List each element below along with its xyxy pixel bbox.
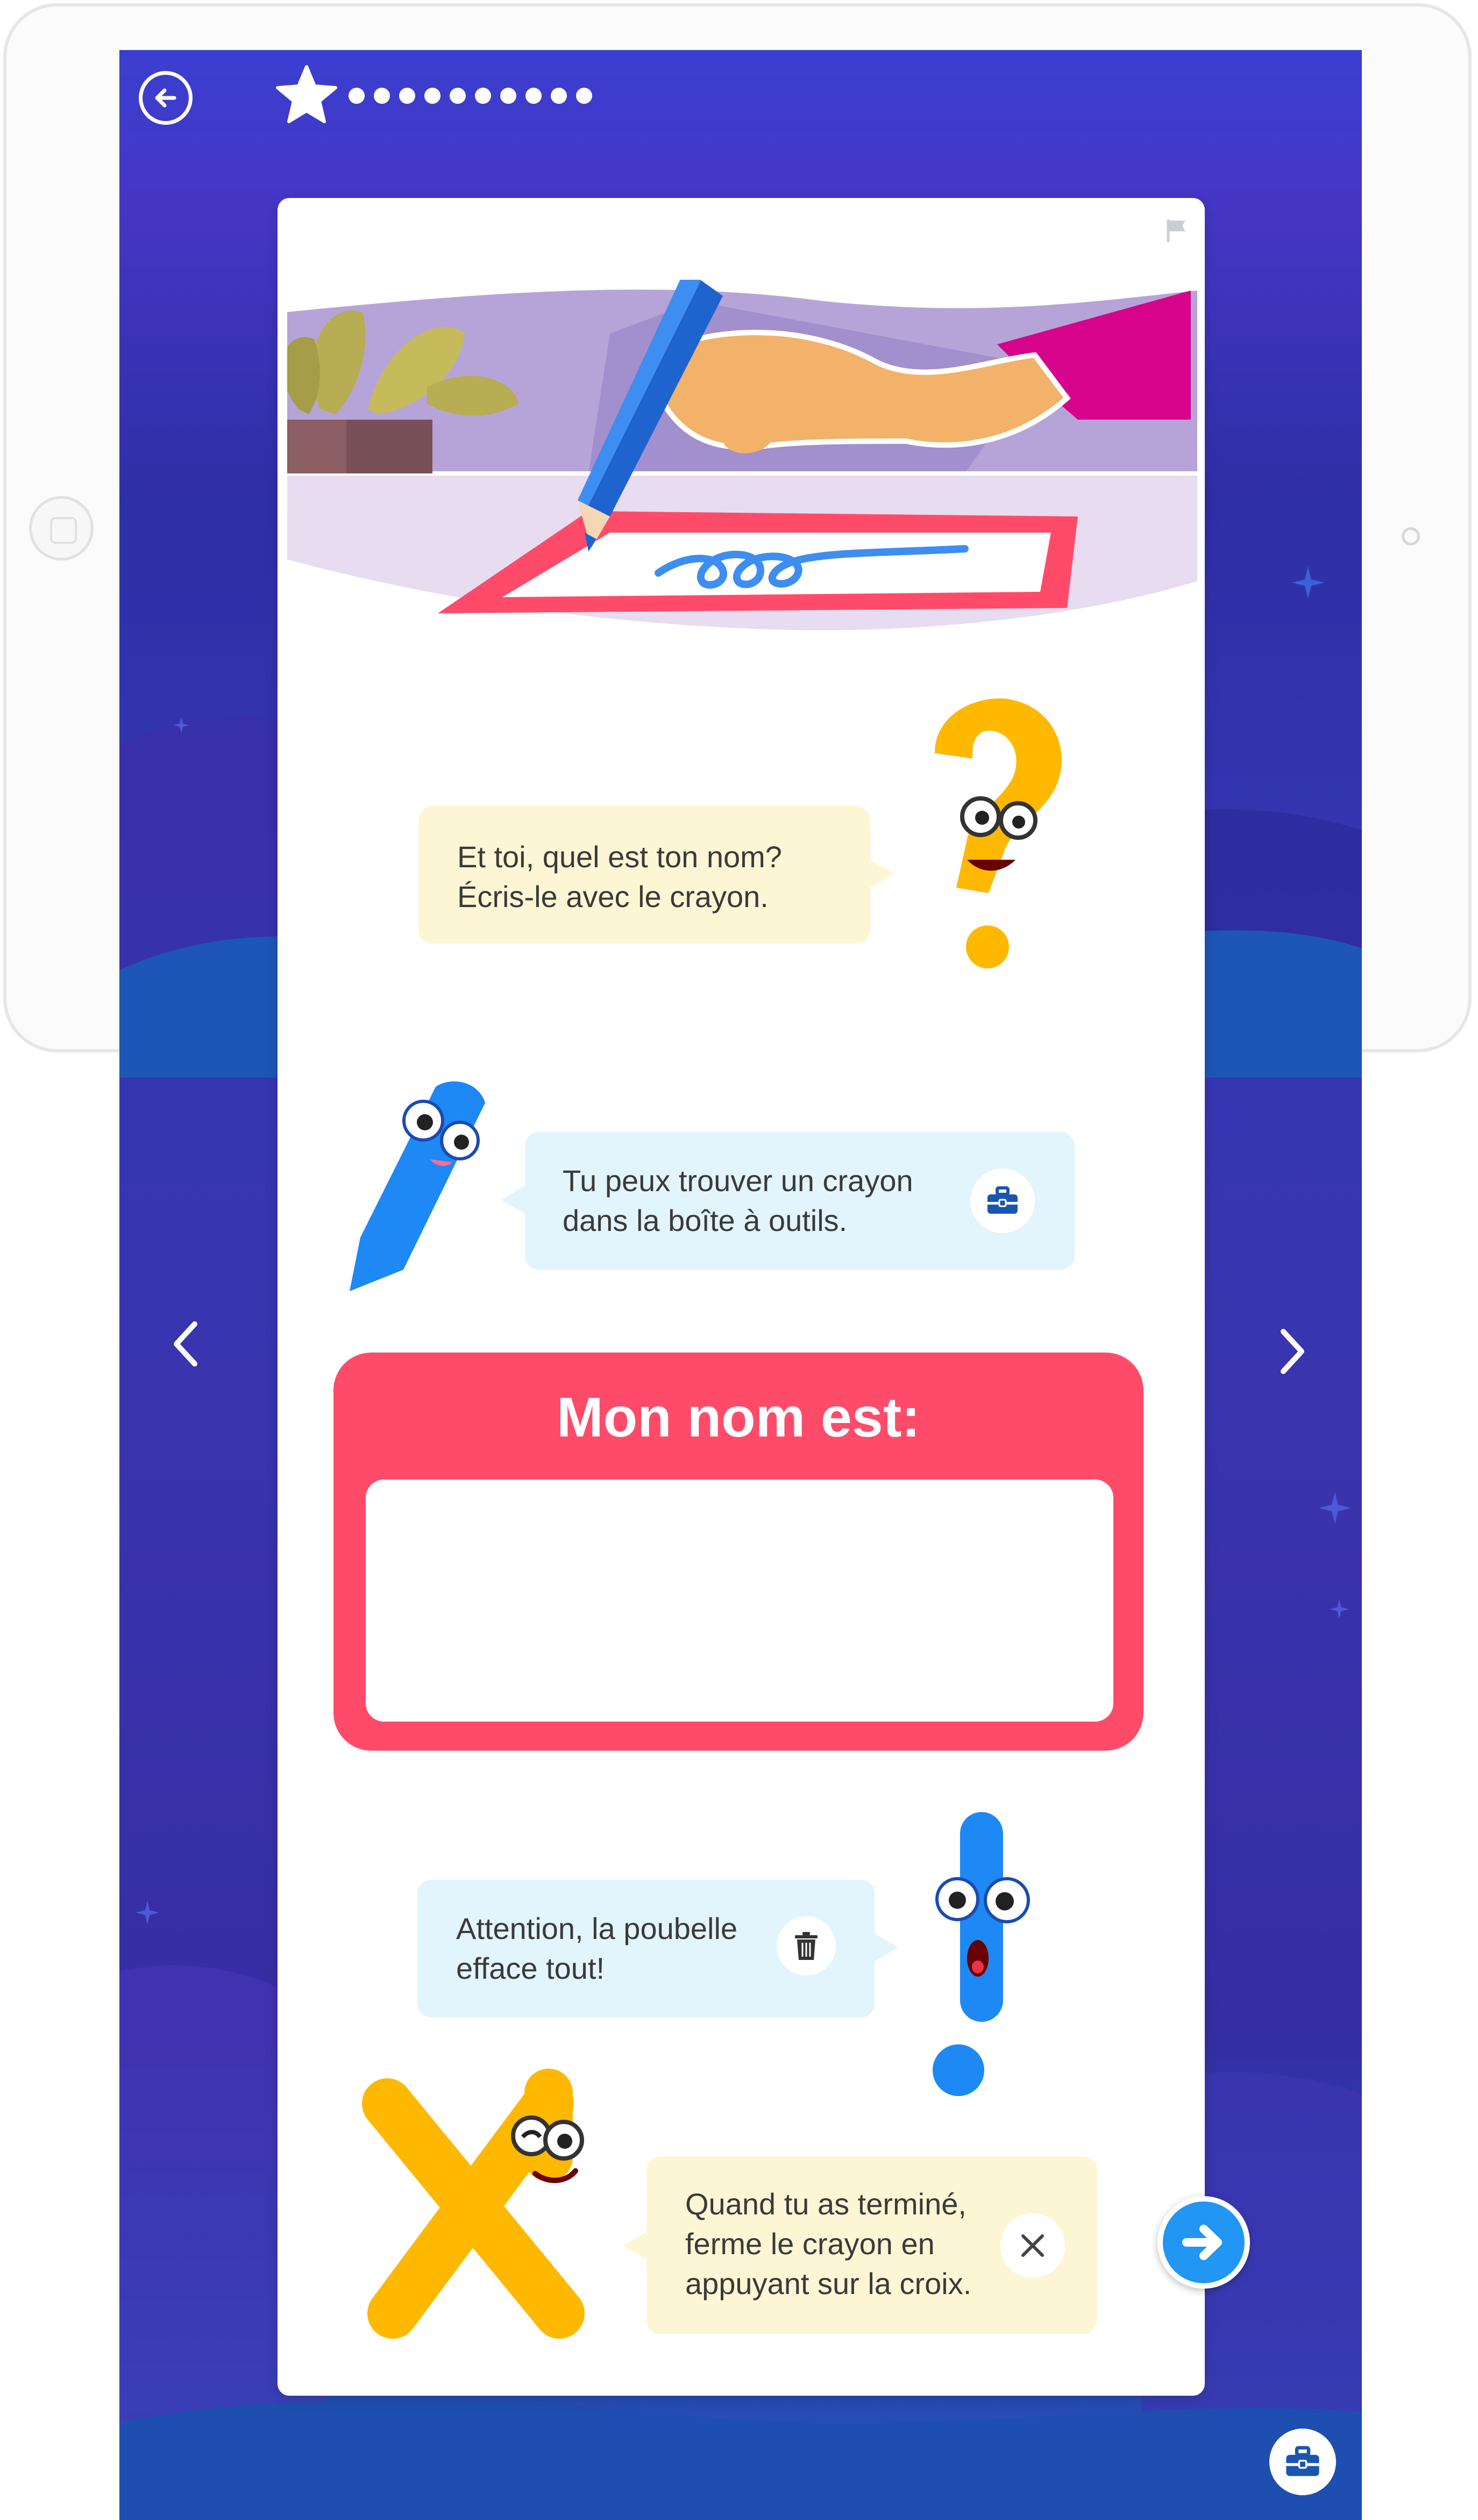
next-page-button[interactable] — [1265, 1325, 1319, 1378]
writing-hand-illustration — [287, 280, 1197, 640]
progress-dot — [475, 88, 491, 104]
previous-page-button[interactable] — [159, 1317, 213, 1371]
toolbox-icon — [1286, 2446, 1319, 2476]
pencil-tip-bubble: Tu peux trouver un crayon dans la boîte … — [525, 1132, 1075, 1270]
toolbox-button[interactable] — [970, 1169, 1035, 1233]
progress-dots — [349, 88, 592, 104]
bubble-text-line: Et toi, quel est ton nom? — [457, 840, 782, 874]
chevron-right-icon — [1281, 1329, 1304, 1374]
flag-icon[interactable] — [1165, 217, 1189, 243]
bubble-tail — [623, 2232, 646, 2260]
sparkle-icon — [173, 717, 189, 733]
cross-character — [362, 2069, 585, 2339]
question-mark-character — [935, 698, 1062, 968]
toolbox-icon — [987, 1186, 1018, 1214]
progress-dot — [525, 88, 542, 104]
progress-dot — [399, 88, 415, 104]
bubble-tail — [501, 1186, 525, 1214]
name-drawing-area[interactable] — [366, 1480, 1113, 1722]
progress-dot — [500, 88, 516, 104]
close-tip-bubble: Quand tu as terminé, ferme le crayon en … — [646, 2156, 1097, 2334]
progress-dot — [424, 88, 440, 104]
sparkle-icon — [1319, 1492, 1351, 1524]
chevron-left-icon — [174, 1321, 197, 1367]
progress-dot — [551, 88, 567, 104]
sparkle-icon — [1292, 567, 1324, 599]
bubble-text-line: Écris-le avec le crayon. — [457, 880, 769, 914]
bubble-tail — [870, 860, 894, 888]
close-icon — [1021, 2234, 1044, 2257]
progress-dot — [374, 88, 390, 104]
pencil-character — [350, 1081, 485, 1291]
back-button[interactable] — [139, 71, 193, 125]
trash-icon — [795, 1932, 818, 1960]
star-icon — [276, 65, 337, 123]
camera-icon — [1402, 527, 1420, 546]
name-box-title: Mon nom est: — [557, 1386, 920, 1449]
toolbox-button[interactable] — [1269, 2429, 1336, 2495]
trash-button[interactable] — [777, 1916, 836, 1976]
progress-dot — [349, 88, 365, 104]
trash-warning-bubble: Attention, la poubelle efface tout! — [417, 1880, 875, 2018]
sparkle-icon — [1330, 1599, 1349, 1619]
continue-button[interactable] — [1157, 2196, 1250, 2289]
name-prompt-bubble: Et toi, quel est ton nom? Écris-le avec … — [418, 806, 870, 944]
bubble-tail — [875, 1934, 898, 1962]
progress-dot — [576, 88, 592, 104]
exclamation-character — [933, 1812, 1030, 2096]
arrow-right-icon — [1182, 2225, 1222, 2260]
close-button[interactable] — [1000, 2213, 1065, 2278]
sparkle-icon — [136, 1901, 159, 1924]
home-button — [29, 496, 94, 561]
progress-dot — [450, 88, 466, 104]
arrow-left-icon — [155, 88, 176, 108]
